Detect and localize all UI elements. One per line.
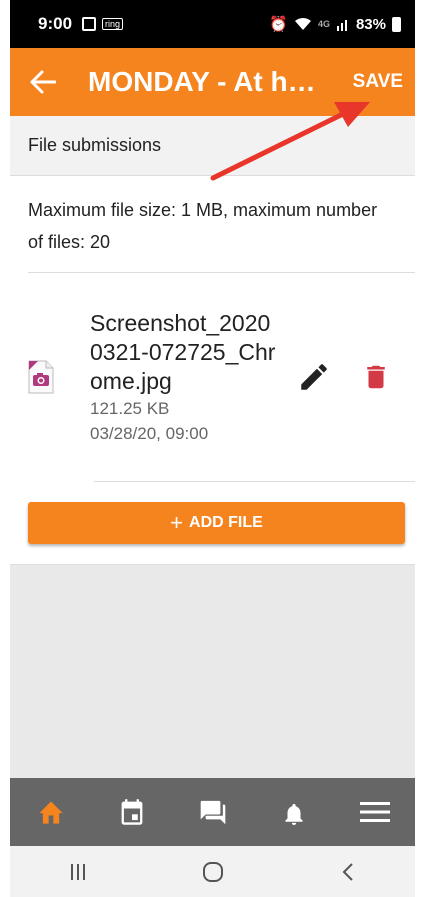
battery-percent: 83% <box>355 15 386 33</box>
signal-icon <box>336 20 347 31</box>
image-file-icon <box>28 360 54 394</box>
tab-home[interactable] <box>26 787 76 837</box>
trash-icon <box>367 365 385 389</box>
back-button[interactable] <box>10 48 76 116</box>
calendar-icon <box>121 799 142 825</box>
wifi-icon <box>294 17 311 30</box>
alarm-icon: ⏰ <box>269 16 288 33</box>
file-size: 121.25 KB <box>90 398 170 418</box>
network-type: 4G <box>317 19 330 29</box>
recent-apps-button[interactable] <box>53 852 103 892</box>
file-info: Screenshot_20200321-072725_Chrome.jpg 12… <box>90 309 289 446</box>
empty-content-area <box>10 564 415 778</box>
ring-app-icon: ring <box>102 18 124 30</box>
tab-menu[interactable] <box>350 787 400 837</box>
messages-icon <box>200 800 225 825</box>
notifications-icon <box>284 803 303 825</box>
file-date: 03/28/20, 09:00 <box>90 423 209 443</box>
chevron-left-icon <box>342 862 353 881</box>
add-file-button[interactable]: + ADD FILE <box>28 502 405 544</box>
plus-icon: + <box>170 510 184 535</box>
home-icon <box>38 801 63 824</box>
back-nav-button[interactable] <box>323 852 373 892</box>
pencil-icon <box>301 364 327 390</box>
status-indicators: ⏰ 4G 83% <box>269 15 401 33</box>
app-bar: MONDAY - At home SAVE <box>10 48 415 116</box>
menu-icon <box>359 802 390 822</box>
phone-screen: 9:00 ring ⏰ 4G 83% MONDAY - At home SAVE… <box>10 0 415 897</box>
status-time: 9:00 <box>38 14 73 33</box>
battery-icon <box>392 16 401 32</box>
add-file-container: + ADD FILE <box>10 482 415 564</box>
gallery-icon <box>82 17 97 31</box>
home-nav-button[interactable] <box>188 852 238 892</box>
delete-file-button[interactable] <box>351 352 401 402</box>
file-limits-info: Maximum file size: 1 MB, maximum number … <box>28 200 378 252</box>
recent-apps-icon <box>70 863 85 880</box>
tab-notifications[interactable] <box>269 787 319 837</box>
page-title: MONDAY - At home <box>88 66 333 97</box>
home-circle-icon <box>202 861 223 882</box>
file-list-item[interactable]: Screenshot_20200321-072725_Chrome.jpg 12… <box>10 273 415 481</box>
tab-messages[interactable] <box>188 787 238 837</box>
edit-file-button[interactable] <box>289 352 339 402</box>
file-name[interactable]: Screenshot_20200321-072725_Chrome.jpg <box>90 309 280 396</box>
bottom-tab-bar <box>10 778 415 846</box>
save-button[interactable]: SAVE <box>333 48 415 116</box>
section-header: File submissions <box>10 116 415 176</box>
tab-calendar[interactable] <box>107 787 157 837</box>
arrow-left-icon <box>30 70 56 94</box>
system-nav-bar <box>10 846 415 897</box>
status-bar: 9:00 ring ⏰ 4G 83% <box>10 0 415 48</box>
add-file-label: ADD FILE <box>189 514 263 531</box>
